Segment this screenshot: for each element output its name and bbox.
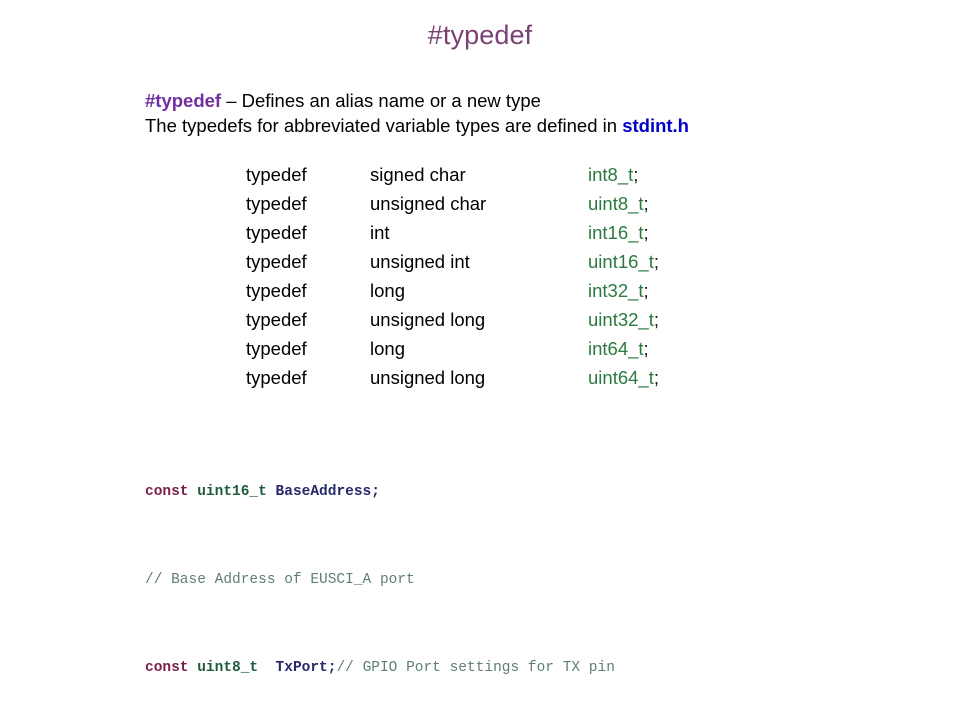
code-type-uint8: uint8_t bbox=[188, 660, 259, 676]
typedef-semicolon: ; bbox=[653, 367, 659, 388]
typedef-alias-cell: uint8_t; bbox=[588, 189, 659, 218]
typedef-semicolon: ; bbox=[653, 251, 659, 272]
intro-line-1: #typedef – Defines an alias name or a ne… bbox=[145, 88, 935, 113]
code-comment-baseaddress: // Base Address of EUSCI_A port bbox=[145, 572, 415, 588]
typedef-alias: uint64_t bbox=[588, 367, 654, 388]
slide-canvas: #typedef #typedef – Defines an alias nam… bbox=[0, 0, 960, 676]
code-line-2: // Base Address of EUSCI_A port bbox=[145, 569, 615, 591]
typedef-alias: uint8_t bbox=[588, 193, 644, 214]
typedef-semicolon: ; bbox=[643, 193, 649, 214]
intro-line-2-text: The typedefs for abbreviated variable ty… bbox=[145, 115, 623, 136]
table-row: typedef long int64_t; bbox=[246, 334, 659, 363]
typedef-alias: uint16_t bbox=[588, 251, 654, 272]
typedef-semicolon: ; bbox=[643, 280, 649, 301]
typedef-semicolon: ; bbox=[653, 309, 659, 330]
code-identifier-baseaddress: BaseAddress bbox=[266, 484, 372, 500]
table-row: typedef signed char int8_t; bbox=[246, 160, 659, 189]
typedef-alias-cell: uint16_t; bbox=[588, 247, 659, 276]
code-keyword-const: const bbox=[145, 660, 189, 676]
code-keyword-const: const bbox=[145, 484, 189, 500]
typedef-alias-cell: int16_t; bbox=[588, 218, 659, 247]
typedef-ctype: unsigned long bbox=[370, 367, 486, 388]
typedef-alias: int16_t bbox=[588, 222, 644, 243]
typedef-table: typedef signed char int8_t; typedef unsi… bbox=[246, 160, 659, 392]
table-row: typedef unsigned int uint16_t; bbox=[246, 247, 659, 276]
typedef-keyword: typedef bbox=[246, 164, 307, 185]
typedef-semicolon: ; bbox=[643, 338, 649, 359]
typedef-keyword: typedef bbox=[246, 367, 307, 388]
typedef-ctype: signed char bbox=[370, 164, 466, 185]
typedef-ctype: unsigned char bbox=[370, 193, 487, 214]
intro-header-stdint: stdint.h bbox=[622, 115, 689, 136]
typedef-keyword: typedef bbox=[246, 193, 307, 214]
code-block: const uint16_t BaseAddress; // Base Addr… bbox=[145, 437, 615, 723]
typedef-ctype: int bbox=[370, 222, 390, 243]
typedef-alias: int32_t bbox=[588, 280, 644, 301]
typedef-ctype: long bbox=[370, 338, 405, 359]
typedef-alias: int64_t bbox=[588, 338, 644, 359]
code-comment-txport: // GPIO Port settings for TX pin bbox=[336, 660, 615, 676]
code-semicolon: ; bbox=[327, 660, 337, 676]
typedef-alias-cell: int8_t; bbox=[588, 160, 659, 189]
code-line-1: const uint16_t BaseAddress; bbox=[145, 481, 615, 503]
intro-line-2: The typedefs for abbreviated variable ty… bbox=[145, 113, 935, 138]
typedef-keyword: typedef bbox=[246, 280, 307, 301]
typedef-semicolon: ; bbox=[643, 222, 649, 243]
typedef-ctype: long bbox=[370, 280, 405, 301]
code-semicolon: ; bbox=[371, 484, 380, 500]
intro-paragraph: #typedef – Defines an alias name or a ne… bbox=[145, 88, 935, 138]
code-identifier-txport: TxPort bbox=[258, 660, 328, 676]
typedef-alias-cell: int32_t; bbox=[588, 276, 659, 305]
code-line-3: const uint8_t TxPort;// GPIO Port settin… bbox=[145, 657, 615, 679]
typedef-keyword: typedef bbox=[246, 251, 307, 272]
typedef-table-body: typedef signed char int8_t; typedef unsi… bbox=[246, 160, 659, 392]
page-title: #typedef bbox=[427, 20, 533, 50]
table-row: typedef int int16_t; bbox=[246, 218, 659, 247]
table-row: typedef unsigned long uint64_t; bbox=[246, 363, 659, 392]
typedef-ctype: unsigned long bbox=[370, 309, 486, 330]
intro-line-1-text: – Defines an alias name or a new type bbox=[221, 90, 541, 111]
table-row: typedef long int32_t; bbox=[246, 276, 659, 305]
intro-keyword-typedef: #typedef bbox=[145, 90, 222, 111]
typedef-alias: int8_t bbox=[588, 164, 634, 185]
table-row: typedef unsigned char uint8_t; bbox=[246, 189, 659, 218]
typedef-ctype: unsigned int bbox=[370, 251, 470, 272]
code-type-uint16: uint16_t bbox=[188, 484, 267, 500]
typedef-alias: uint32_t bbox=[588, 309, 654, 330]
typedef-keyword: typedef bbox=[246, 309, 307, 330]
typedef-keyword: typedef bbox=[246, 222, 307, 243]
table-row: typedef unsigned long uint32_t; bbox=[246, 305, 659, 334]
typedef-alias-cell: uint64_t; bbox=[588, 363, 659, 392]
typedef-semicolon: ; bbox=[633, 164, 639, 185]
typedef-keyword: typedef bbox=[246, 338, 307, 359]
typedef-alias-cell: uint32_t; bbox=[588, 305, 659, 334]
typedef-alias-cell: int64_t; bbox=[588, 334, 659, 363]
